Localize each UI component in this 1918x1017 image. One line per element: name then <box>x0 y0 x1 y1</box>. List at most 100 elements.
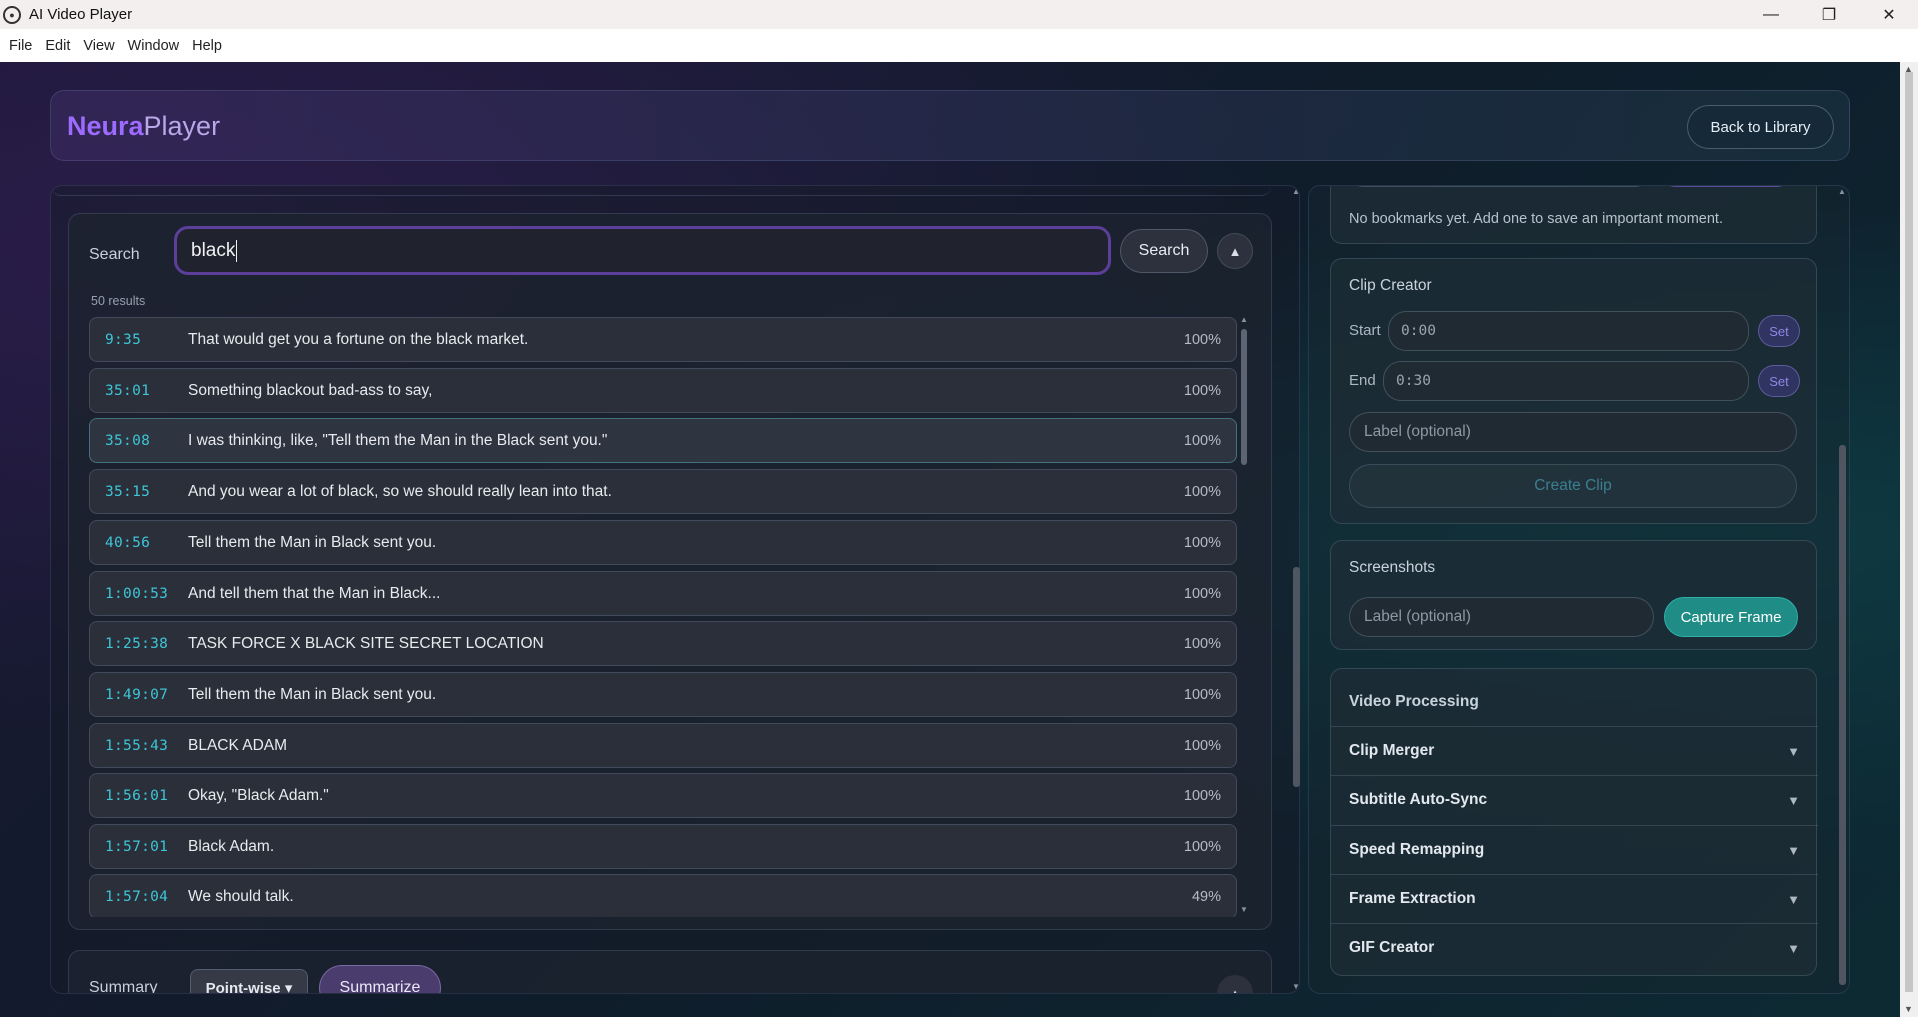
speed-remapping-item[interactable]: Speed Remapping ▼ <box>1331 825 1818 874</box>
left-panel-scrollbar[interactable]: ▲ ▼ <box>1290 187 1302 992</box>
result-timestamp[interactable]: 1:56:01 <box>90 788 188 804</box>
start-label: Start <box>1349 322 1381 339</box>
result-text: Something blackout bad-ass to say, <box>188 381 433 399</box>
maximize-button[interactable]: ❐ <box>1800 0 1858 29</box>
menu-view[interactable]: View <box>83 38 114 54</box>
scroll-thumb[interactable] <box>1839 445 1846 985</box>
scroll-thumb[interactable] <box>1905 72 1913 992</box>
result-timestamp[interactable]: 1:55:43 <box>90 738 188 754</box>
result-text: And tell them that the Man in Black... <box>188 584 441 602</box>
logo-player: Player <box>143 111 221 141</box>
scroll-down-icon[interactable]: ▼ <box>1904 1004 1913 1014</box>
scroll-thumb[interactable] <box>1293 567 1300 787</box>
scroll-up-icon[interactable]: ▲ <box>1292 187 1300 196</box>
result-score: 100% <box>1183 585 1221 602</box>
create-clip-button[interactable]: Create Clip <box>1349 464 1797 508</box>
result-score: 100% <box>1183 635 1221 652</box>
result-timestamp[interactable]: 1:25:38 <box>90 636 188 652</box>
result-row[interactable]: 1:55:43 BLACK ADAM 100% <box>89 723 1237 768</box>
result-text: And you wear a lot of black, so we shoul… <box>188 482 612 500</box>
start-time-input[interactable]: 0:00 <box>1388 311 1749 351</box>
menu-file[interactable]: File <box>9 38 32 54</box>
search-card: Search black Search ▲ 50 results 9:35 Tha… <box>68 213 1272 930</box>
capture-frame-button[interactable]: Capture Frame <box>1664 597 1798 637</box>
result-score: 100% <box>1183 838 1221 855</box>
right-panel-scrollbar[interactable]: ▲ <box>1836 187 1848 992</box>
result-timestamp[interactable]: 35:08 <box>90 433 188 449</box>
chevron-down-icon[interactable]: ▼ <box>1787 744 1800 759</box>
result-timestamp[interactable]: 1:49:07 <box>90 687 188 703</box>
result-score: 100% <box>1183 534 1221 551</box>
subtitle-auto-sync-item[interactable]: Subtitle Auto-Sync ▼ <box>1331 775 1818 824</box>
result-row[interactable]: 1:25:38 TASK FORCE X BLACK SITE SECRET LO… <box>89 621 1237 666</box>
result-text: Tell them the Man in Black sent you. <box>188 533 437 551</box>
back-to-library-button[interactable]: Back to Library <box>1687 105 1834 149</box>
menu-window[interactable]: Window <box>128 38 180 54</box>
frame-extraction-item[interactable]: Frame Extraction ▼ <box>1331 874 1818 923</box>
set-start-button[interactable]: Set <box>1758 315 1800 347</box>
clip-merger-item[interactable]: Clip Merger ▼ <box>1331 726 1818 775</box>
result-row[interactable]: 9:35 That would get you a fortune on the … <box>89 317 1237 362</box>
chevron-down-icon[interactable]: ▼ <box>1787 793 1800 808</box>
result-text: We should talk. <box>188 887 294 905</box>
result-text: I was thinking, like, "Tell them the Man… <box>188 431 608 449</box>
result-row[interactable]: 1:57:01 Black Adam. 100% <box>89 824 1237 869</box>
result-row[interactable]: 1:57:04 We should talk. 49% <box>89 874 1237 917</box>
search-label: Search <box>89 246 140 263</box>
summary-mode-select[interactable]: Point-wise ▾ <box>190 969 308 993</box>
result-timestamp[interactable]: 9:35 <box>90 332 188 348</box>
result-timestamp[interactable]: 1:57:01 <box>90 839 188 855</box>
result-row[interactable]: 1:49:07 Tell them the Man in Black sent y… <box>89 672 1237 717</box>
chevron-down-icon[interactable]: ▼ <box>1787 892 1800 907</box>
result-row[interactable]: 35:01 Something blackout bad-ass to say, 1… <box>89 368 1237 413</box>
result-row[interactable]: 35:15 And you wear a lot of black, so we … <box>89 469 1237 514</box>
result-timestamp[interactable]: 40:56 <box>90 535 188 551</box>
result-timestamp[interactable]: 1:57:04 <box>90 889 188 905</box>
minimize-button[interactable]: — <box>1742 0 1800 29</box>
close-button[interactable]: ✕ <box>1860 0 1918 29</box>
results-scrollbar[interactable]: ▲ ▼ <box>1239 315 1249 914</box>
collapse-search-icon[interactable]: ▲ <box>1217 233 1253 269</box>
bookmarks-empty-text: No bookmarks yet. Add one to save an imp… <box>1349 211 1723 227</box>
clip-creator-card: Clip Creator Start 0:00 Set End 0:30 Set… <box>1330 258 1817 524</box>
scroll-up-icon[interactable]: ▲ <box>1240 315 1248 324</box>
result-text: Okay, "Black Adam." <box>188 786 329 804</box>
menu-help[interactable]: Help <box>192 38 222 54</box>
collapse-summary-icon[interactable]: ▲ <box>1217 975 1253 993</box>
result-timestamp[interactable]: 35:01 <box>90 383 188 399</box>
window-title: AI Video Player <box>29 6 133 23</box>
proc-item-label: Speed Remapping <box>1349 841 1485 858</box>
window-scrollbar[interactable]: ▲ ▼ <box>1900 62 1918 1017</box>
chevron-down-icon[interactable]: ▼ <box>1787 843 1800 858</box>
proc-item-label: GIF Creator <box>1349 939 1435 956</box>
result-timestamp[interactable]: 1:00:53 <box>90 586 188 602</box>
scroll-down-icon[interactable]: ▼ <box>1240 905 1248 914</box>
chevron-down-icon[interactable]: ▼ <box>1787 941 1800 956</box>
gif-creator-item[interactable]: GIF Creator ▼ <box>1331 923 1818 972</box>
result-timestamp[interactable]: 35:15 <box>90 484 188 500</box>
screenshot-label-input[interactable]: Label (optional) <box>1349 597 1654 637</box>
result-score: 100% <box>1183 382 1221 399</box>
result-text: TASK FORCE X BLACK SITE SECRET LOCATION <box>188 634 544 652</box>
result-score: 100% <box>1183 432 1221 449</box>
bookmark-input[interactable] <box>1349 186 1649 187</box>
scroll-thumb[interactable] <box>1241 329 1247 465</box>
result-row[interactable]: 35:08 I was thinking, like, "Tell them th… <box>89 418 1237 463</box>
result-row[interactable]: 40:56 Tell them the Man in Black sent you… <box>89 520 1237 565</box>
result-row[interactable]: 1:56:01 Okay, "Black Adam." 100% <box>89 773 1237 818</box>
search-input[interactable]: black <box>174 226 1111 275</box>
add-bookmark-button[interactable] <box>1661 186 1791 187</box>
scroll-up-icon[interactable]: ▲ <box>1838 187 1846 196</box>
clip-label-input[interactable]: Label (optional) <box>1349 412 1797 452</box>
scroll-down-icon[interactable]: ▼ <box>1292 982 1300 991</box>
set-end-button[interactable]: Set <box>1758 365 1800 397</box>
menu-edit[interactable]: Edit <box>45 38 70 54</box>
app-area: NeuraPlayer Back to Library Search black… <box>0 62 1900 1017</box>
result-row[interactable]: 1:00:53 And tell them that the Man in Bla… <box>89 571 1237 616</box>
result-score: 100% <box>1183 686 1221 703</box>
bookmarks-card: No bookmarks yet. Add one to save an imp… <box>1330 186 1817 244</box>
summarize-button[interactable]: Summarize <box>319 965 441 993</box>
clip-creator-title: Clip Creator <box>1349 277 1432 294</box>
end-time-input[interactable]: 0:30 <box>1383 361 1749 401</box>
search-button[interactable]: Search <box>1120 229 1208 273</box>
